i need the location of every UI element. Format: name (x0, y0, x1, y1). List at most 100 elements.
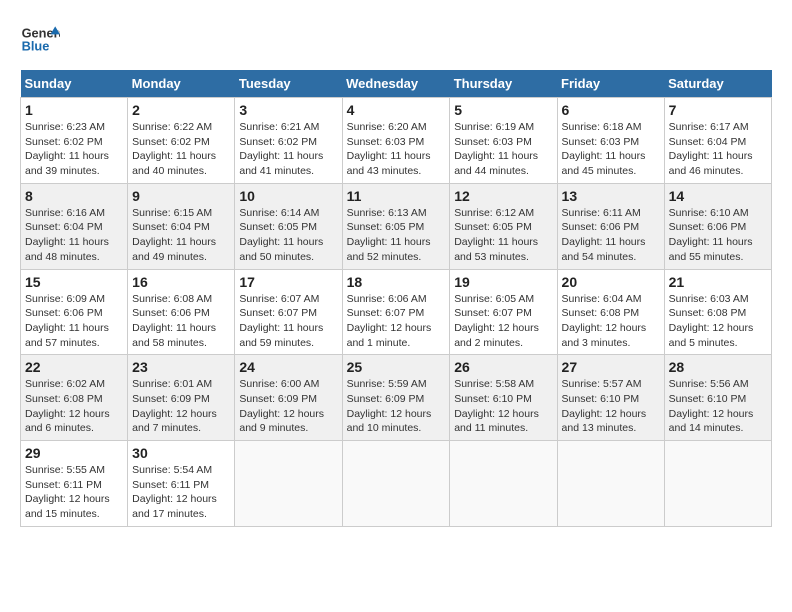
sunrise-label: Sunrise: (669, 207, 708, 219)
day-number: 22 (25, 359, 123, 375)
sunset-label: Sunset: (132, 393, 168, 405)
calendar-cell: 13 Sunrise: 6:11 AM Sunset: 6:06 PM Dayl… (557, 183, 664, 269)
sunset-label: Sunset: (454, 393, 490, 405)
column-header-friday: Friday (557, 70, 664, 98)
calendar-cell: 8 Sunrise: 6:16 AM Sunset: 6:04 PM Dayli… (21, 183, 128, 269)
day-number: 10 (239, 188, 337, 204)
day-number: 29 (25, 445, 123, 461)
sunrise-label: Sunrise: (347, 378, 386, 390)
sunset-label: Sunset: (347, 221, 383, 233)
sunrise-label: Sunrise: (239, 378, 278, 390)
day-number: 20 (562, 274, 660, 290)
day-info: Sunrise: 6:02 AM Sunset: 6:08 PM Dayligh… (25, 377, 123, 436)
calendar-cell (557, 441, 664, 527)
day-number: 14 (669, 188, 767, 204)
day-info: Sunrise: 6:16 AM Sunset: 6:04 PM Dayligh… (25, 206, 123, 265)
calendar-cell: 5 Sunrise: 6:19 AM Sunset: 6:03 PM Dayli… (450, 98, 557, 184)
sunset-label: Sunset: (25, 393, 61, 405)
sunrise-label: Sunrise: (347, 121, 386, 133)
day-number: 1 (25, 102, 123, 118)
sunrise-label: Sunrise: (239, 293, 278, 305)
day-info: Sunrise: 6:12 AM Sunset: 6:05 PM Dayligh… (454, 206, 552, 265)
day-info: Sunrise: 6:10 AM Sunset: 6:06 PM Dayligh… (669, 206, 767, 265)
calendar-cell: 25 Sunrise: 5:59 AM Sunset: 6:09 PM Dayl… (342, 355, 450, 441)
sunset-label: Sunset: (347, 307, 383, 319)
sunrise-label: Sunrise: (454, 121, 493, 133)
sunrise-label: Sunrise: (347, 293, 386, 305)
column-header-wednesday: Wednesday (342, 70, 450, 98)
day-info: Sunrise: 6:07 AM Sunset: 6:07 PM Dayligh… (239, 292, 337, 351)
sunrise-label: Sunrise: (25, 378, 64, 390)
calendar-cell: 10 Sunrise: 6:14 AM Sunset: 6:05 PM Dayl… (235, 183, 342, 269)
sunset-label: Sunset: (669, 307, 705, 319)
day-info: Sunrise: 6:13 AM Sunset: 6:05 PM Dayligh… (347, 206, 446, 265)
day-info: Sunrise: 6:20 AM Sunset: 6:03 PM Dayligh… (347, 120, 446, 179)
calendar-cell: 7 Sunrise: 6:17 AM Sunset: 6:04 PM Dayli… (664, 98, 771, 184)
sunset-label: Sunset: (25, 307, 61, 319)
calendar-cell: 1 Sunrise: 6:23 AM Sunset: 6:02 PM Dayli… (21, 98, 128, 184)
sunset-label: Sunset: (132, 307, 168, 319)
day-info: Sunrise: 6:04 AM Sunset: 6:08 PM Dayligh… (562, 292, 660, 351)
day-number: 30 (132, 445, 230, 461)
day-number: 26 (454, 359, 552, 375)
day-number: 7 (669, 102, 767, 118)
day-info: Sunrise: 6:01 AM Sunset: 6:09 PM Dayligh… (132, 377, 230, 436)
sunrise-label: Sunrise: (132, 464, 171, 476)
sunrise-label: Sunrise: (132, 378, 171, 390)
sunset-label: Sunset: (25, 479, 61, 491)
column-header-sunday: Sunday (21, 70, 128, 98)
sunset-label: Sunset: (669, 136, 705, 148)
day-info: Sunrise: 6:03 AM Sunset: 6:08 PM Dayligh… (669, 292, 767, 351)
calendar-cell: 9 Sunrise: 6:15 AM Sunset: 6:04 PM Dayli… (128, 183, 235, 269)
day-info: Sunrise: 6:09 AM Sunset: 6:06 PM Dayligh… (25, 292, 123, 351)
sunset-label: Sunset: (239, 221, 275, 233)
calendar-cell: 18 Sunrise: 6:06 AM Sunset: 6:07 PM Dayl… (342, 269, 450, 355)
day-number: 11 (347, 188, 446, 204)
calendar-cell: 2 Sunrise: 6:22 AM Sunset: 6:02 PM Dayli… (128, 98, 235, 184)
day-number: 3 (239, 102, 337, 118)
day-number: 19 (454, 274, 552, 290)
day-number: 28 (669, 359, 767, 375)
day-number: 2 (132, 102, 230, 118)
day-info: Sunrise: 6:19 AM Sunset: 6:03 PM Dayligh… (454, 120, 552, 179)
calendar-cell (235, 441, 342, 527)
calendar-cell: 27 Sunrise: 5:57 AM Sunset: 6:10 PM Dayl… (557, 355, 664, 441)
calendar-cell: 22 Sunrise: 6:02 AM Sunset: 6:08 PM Dayl… (21, 355, 128, 441)
sunrise-label: Sunrise: (132, 121, 171, 133)
sunrise-label: Sunrise: (25, 121, 64, 133)
calendar-cell (450, 441, 557, 527)
sunrise-label: Sunrise: (347, 207, 386, 219)
sunset-label: Sunset: (562, 221, 598, 233)
day-info: Sunrise: 6:14 AM Sunset: 6:05 PM Dayligh… (239, 206, 337, 265)
day-info: Sunrise: 6:21 AM Sunset: 6:02 PM Dayligh… (239, 120, 337, 179)
sunset-label: Sunset: (132, 479, 168, 491)
sunset-label: Sunset: (132, 136, 168, 148)
sunset-label: Sunset: (562, 136, 598, 148)
day-info: Sunrise: 5:59 AM Sunset: 6:09 PM Dayligh… (347, 377, 446, 436)
sunrise-label: Sunrise: (25, 464, 64, 476)
calendar-cell: 24 Sunrise: 6:00 AM Sunset: 6:09 PM Dayl… (235, 355, 342, 441)
day-number: 12 (454, 188, 552, 204)
day-info: Sunrise: 6:17 AM Sunset: 6:04 PM Dayligh… (669, 120, 767, 179)
calendar-cell: 20 Sunrise: 6:04 AM Sunset: 6:08 PM Dayl… (557, 269, 664, 355)
sunset-label: Sunset: (562, 393, 598, 405)
logo-icon: General Blue (20, 20, 60, 60)
sunset-label: Sunset: (25, 221, 61, 233)
calendar-cell: 30 Sunrise: 5:54 AM Sunset: 6:11 PM Dayl… (128, 441, 235, 527)
day-number: 13 (562, 188, 660, 204)
calendar-cell: 6 Sunrise: 6:18 AM Sunset: 6:03 PM Dayli… (557, 98, 664, 184)
day-info: Sunrise: 5:54 AM Sunset: 6:11 PM Dayligh… (132, 463, 230, 522)
sunset-label: Sunset: (25, 136, 61, 148)
sunrise-label: Sunrise: (562, 121, 601, 133)
sunrise-label: Sunrise: (454, 207, 493, 219)
sunset-label: Sunset: (132, 221, 168, 233)
sunset-label: Sunset: (454, 307, 490, 319)
sunrise-label: Sunrise: (239, 207, 278, 219)
day-info: Sunrise: 5:56 AM Sunset: 6:10 PM Dayligh… (669, 377, 767, 436)
sunrise-label: Sunrise: (239, 121, 278, 133)
sunset-label: Sunset: (454, 221, 490, 233)
day-number: 25 (347, 359, 446, 375)
page-header: General Blue (20, 20, 772, 60)
column-header-tuesday: Tuesday (235, 70, 342, 98)
day-number: 15 (25, 274, 123, 290)
